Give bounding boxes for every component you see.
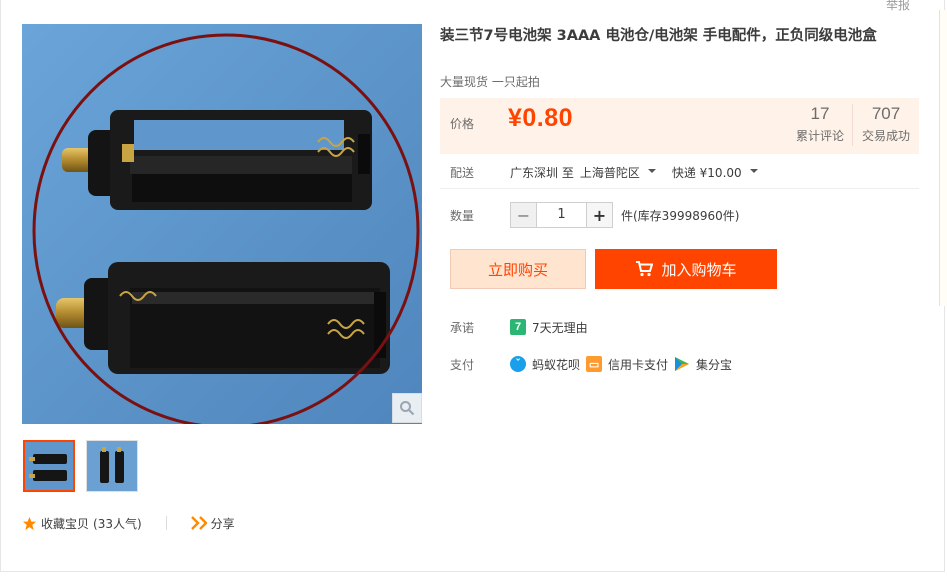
main-product-image[interactable] (22, 24, 422, 424)
product-title: 装三节7号电池架 3AAA 电池仓/电池架 手电配件，正负同级电池盒 (440, 28, 877, 44)
report-link[interactable]: 举报 (886, 0, 910, 13)
sales-count: 707 (871, 104, 901, 123)
promise-label: 承诺 (450, 320, 475, 335)
quantity-input[interactable]: 1 (537, 202, 586, 228)
return-policy-tag[interactable]: 7 7天无理由 (510, 319, 588, 336)
quantity-label: 数量 (450, 208, 475, 223)
sales-count-label: 交易成功 (861, 129, 910, 143)
payment-label: 支付 (450, 357, 475, 372)
battery-holder-thumb-icon (25, 442, 73, 490)
quantity-row: 数量 − 1 + 件(库存39998960件) (450, 202, 739, 228)
review-count-stat[interactable]: 17 累计评论 (794, 104, 846, 144)
battery-holder-photo (22, 24, 422, 424)
decrease-button[interactable]: − (510, 202, 537, 228)
sales-count-stat: 707 交易成功 (858, 104, 914, 144)
favorite-button[interactable]: 收藏宝贝 (33人气) (22, 515, 142, 532)
price-panel: 价格 ¥0.80 17 累计评论 707 交易成功 (440, 98, 919, 154)
huabei-icon: ˇ (510, 356, 526, 372)
stat-divider (852, 104, 853, 146)
shipping-origin: 广东深圳 至 (510, 165, 574, 180)
product-subtitle: 大量现货 一只起拍 (440, 75, 540, 89)
magnifier-icon[interactable] (392, 393, 422, 423)
thumbnail-1[interactable] (23, 440, 75, 492)
seven-day-return-icon: 7 (510, 319, 526, 335)
cart-icon (636, 261, 654, 277)
payment-method-huabei: ˇ 蚂蚁花呗 (510, 356, 580, 373)
chevron-down-icon[interactable] (647, 169, 656, 173)
chevron-down-icon[interactable] (749, 169, 758, 173)
payment-row: 支付 ˇ 蚂蚁花呗 ▭ 信用卡支付 集分宝 (450, 355, 738, 373)
jifenbao-icon (675, 357, 690, 371)
thumbnail-2[interactable] (86, 440, 138, 492)
quantity-stepper: − 1 + (510, 202, 613, 228)
price-label: 价格 (450, 117, 475, 131)
star-icon (22, 516, 37, 530)
share-label: 分享 (210, 516, 235, 531)
destination-select[interactable]: 上海普陀区 (580, 164, 640, 181)
favorite-label: 收藏宝贝 (41, 516, 90, 531)
payment-method-label: 信用卡支付 (608, 357, 669, 372)
side-panel-edge (939, 10, 947, 306)
increase-button[interactable]: + (586, 202, 613, 228)
product-actions: 收藏宝贝 (33人气) 分享 (22, 514, 235, 532)
return-policy-text: 7天无理由 (532, 320, 588, 335)
credit-card-icon: ▭ (586, 356, 603, 372)
payment-method-jifenbao: 集分宝 (674, 356, 732, 373)
divider (440, 188, 919, 189)
price-value: ¥0.80 (508, 104, 574, 132)
buy-now-button[interactable]: 立即购买 (450, 249, 586, 289)
payment-method-label: 蚂蚁花呗 (532, 357, 581, 372)
review-count: 17 (810, 104, 830, 123)
shipping-method-select[interactable]: 快递 ¥10.00 (672, 164, 742, 181)
share-icon (190, 516, 207, 530)
add-to-cart-label: 加入购物车 (661, 260, 737, 279)
shipping-row: 配送 广东深圳 至 上海普陀区 快递 ¥10.00 (450, 162, 774, 182)
payment-method-label: 集分宝 (696, 357, 733, 372)
add-to-cart-button[interactable]: 加入购物车 (595, 249, 777, 289)
battery-holder-side-thumb-icon (87, 441, 137, 491)
favorite-count: (33人气) (93, 516, 142, 531)
share-button[interactable]: 分享 (190, 515, 235, 532)
stock-text: 件(库存39998960件) (621, 208, 740, 223)
promise-row: 承诺 7 7天无理由 (450, 318, 594, 336)
shipping-label: 配送 (450, 165, 475, 180)
payment-method-credit-card: ▭ 信用卡支付 (586, 356, 668, 373)
actions-divider (165, 516, 167, 530)
review-count-label: 累计评论 (795, 129, 844, 143)
